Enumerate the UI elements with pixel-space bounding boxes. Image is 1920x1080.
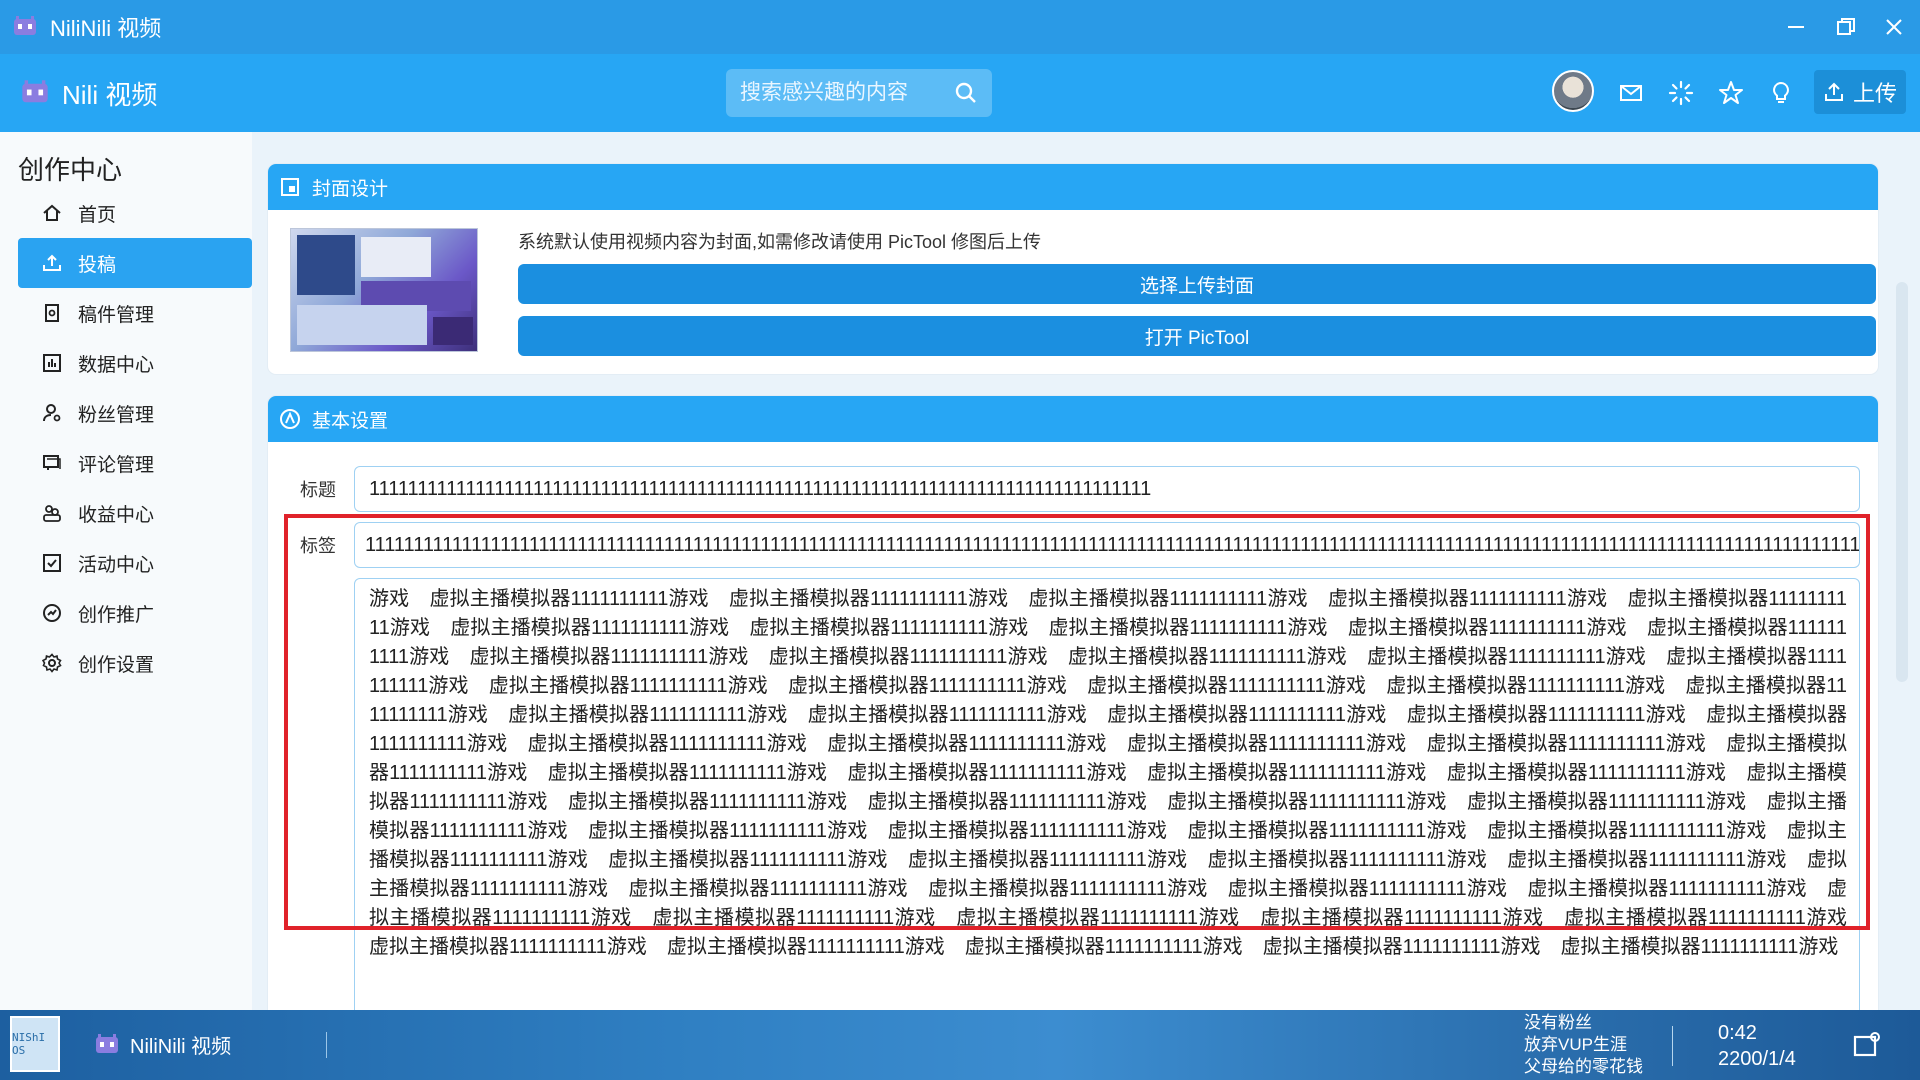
- lightbulb-icon: [1773, 81, 1789, 103]
- app-logo-icon: [96, 1033, 118, 1053]
- close-button[interactable]: [1868, 0, 1920, 54]
- basic-card-header: 基本设置: [268, 396, 1878, 442]
- sidebar-item-label: 创作设置: [78, 654, 155, 676]
- clock[interactable]: 0:42 2200/1/4: [1718, 1020, 1796, 1072]
- document-icon: [40, 301, 64, 325]
- window-title: NiliNili 视频: [50, 16, 162, 41]
- brand-name: Nili 视频: [62, 79, 158, 110]
- cover-thumbnail: [290, 228, 478, 352]
- app-logo-icon: [14, 16, 36, 35]
- sidebar: 创作中心 首页 投稿 稿件管理 数据中心 粉丝管理 评论管理 收益中心 活动中心…: [0, 132, 252, 1010]
- tags-input[interactable]: 1111111111111111111111111111111111111111…: [354, 522, 1860, 568]
- upload-icon: [1824, 82, 1843, 101]
- user-icon: [40, 401, 64, 425]
- favorites-button[interactable]: [1714, 76, 1748, 110]
- sidebar-item-data[interactable]: 数据中心: [18, 338, 252, 388]
- sidebar-item-activities[interactable]: 活动中心: [18, 538, 252, 588]
- sidebar-item-fans[interactable]: 粉丝管理: [18, 388, 252, 438]
- sidebar-item-comments[interactable]: 评论管理: [18, 438, 252, 488]
- sidebar-item-label: 稿件管理: [78, 304, 155, 326]
- sidebar-item-label: 评论管理: [78, 454, 155, 476]
- cover-description: 系统默认使用视频内容为封面,如需修改请使用 PicTool 修图后上传: [518, 232, 1042, 252]
- settings-badge-icon: [278, 407, 302, 431]
- mail-button[interactable]: [1614, 76, 1648, 110]
- sidebar-item-home[interactable]: 首页: [18, 188, 252, 238]
- search-icon[interactable]: [954, 81, 978, 105]
- sidebar-item-submit[interactable]: 投稿: [18, 238, 252, 288]
- clock-date: 2200/1/4: [1718, 1048, 1796, 1070]
- promote-icon: [40, 601, 64, 625]
- home-icon: [40, 201, 64, 225]
- description-textarea[interactable]: 游戏 虚拟主播模拟器1111111111游戏 虚拟主播模拟器1111111111…: [354, 578, 1860, 1010]
- tray-line: 放弃VUP生涯: [1524, 1035, 1627, 1054]
- main-content: 封面设计 系统默认使用视频内容为封面,如需修改请使用 PicTool 修图后上传…: [252, 132, 1920, 1010]
- sidebar-item-label: 首页: [78, 204, 117, 226]
- comment-icon: [40, 451, 64, 475]
- title-label: 标题: [300, 480, 336, 500]
- window-titlebar: NiliNili 视频: [0, 0, 1920, 54]
- tray-divider: [1672, 1026, 1673, 1066]
- coins-icon: [40, 501, 64, 525]
- sparkle-icon: [1668, 80, 1694, 106]
- restore-button[interactable]: [1820, 0, 1872, 54]
- gear-icon: [40, 651, 64, 675]
- cover-card: 封面设计 系统默认使用视频内容为封面,如需修改请使用 PicTool 修图后上传…: [268, 164, 1878, 374]
- sidebar-item-label: 创作推广: [78, 604, 155, 626]
- brand-logo-icon: [22, 80, 48, 103]
- sidebar-item-label: 粉丝管理: [78, 404, 155, 426]
- user-avatar[interactable]: [1552, 70, 1594, 112]
- taskbar: NIShI OS NiliNili 视频 没有粉丝 放弃VUP生涯 父母给的零花…: [0, 1010, 1920, 1080]
- cover-design-icon: [278, 175, 302, 199]
- title-input[interactable]: 1111111111111111111111111111111111111111…: [354, 466, 1860, 512]
- star-icon: [1719, 81, 1743, 104]
- tray-line: 没有粉丝: [1524, 1013, 1592, 1032]
- open-pictool-button[interactable]: 打开 PicTool: [518, 316, 1876, 356]
- minimize-icon: [1788, 26, 1804, 28]
- tray-status: 没有粉丝 放弃VUP生涯 父母给的零花钱: [1524, 1012, 1643, 1078]
- cover-card-header: 封面设计: [268, 164, 1878, 210]
- tags-label: 标签: [300, 536, 336, 556]
- upload-icon: [40, 251, 64, 275]
- sidebar-item-promotion[interactable]: 创作推广: [18, 588, 252, 638]
- sidebar-item-label: 收益中心: [78, 504, 155, 526]
- clock-time: 0:42: [1718, 1022, 1757, 1044]
- basic-card-title: 基本设置: [312, 410, 389, 432]
- sidebar-item-label: 投稿: [78, 254, 117, 276]
- checkbox-icon: [40, 551, 64, 575]
- search-box[interactable]: [726, 69, 992, 117]
- start-button[interactable]: NIShI OS: [10, 1016, 60, 1072]
- mail-icon: [1620, 85, 1642, 101]
- notification-icon[interactable]: [1852, 1030, 1882, 1060]
- sidebar-item-manuscripts[interactable]: 稿件管理: [18, 288, 252, 338]
- sidebar-item-label: 数据中心: [78, 354, 155, 376]
- main-scrollbar[interactable]: [1896, 282, 1908, 682]
- basic-settings-card: 基本设置 标题 11111111111111111111111111111111…: [268, 396, 1878, 1010]
- sidebar-item-settings[interactable]: 创作设置: [18, 638, 252, 688]
- close-icon: [1886, 19, 1902, 35]
- chart-icon: [40, 351, 64, 375]
- upload-button[interactable]: 上传: [1814, 70, 1906, 114]
- restore-icon: [1837, 18, 1855, 35]
- sidebar-item-income[interactable]: 收益中心: [18, 488, 252, 538]
- sidebar-title: 创作中心: [18, 155, 123, 185]
- idea-button[interactable]: [1764, 76, 1798, 110]
- taskbar-divider: [326, 1032, 327, 1058]
- sidebar-item-label: 活动中心: [78, 554, 155, 576]
- search-input[interactable]: [740, 81, 950, 105]
- minimize-button[interactable]: [1770, 0, 1822, 54]
- cover-card-title: 封面设计: [312, 178, 389, 200]
- upload-label: 上传: [1852, 81, 1897, 106]
- dynamics-button[interactable]: [1664, 76, 1698, 110]
- tray-line: 父母给的零花钱: [1524, 1057, 1643, 1076]
- taskbar-app[interactable]: NiliNili 视频: [94, 1030, 231, 1059]
- taskbar-app-label: NiliNili 视频: [130, 1036, 232, 1058]
- select-cover-button[interactable]: 选择上传封面: [518, 264, 1876, 304]
